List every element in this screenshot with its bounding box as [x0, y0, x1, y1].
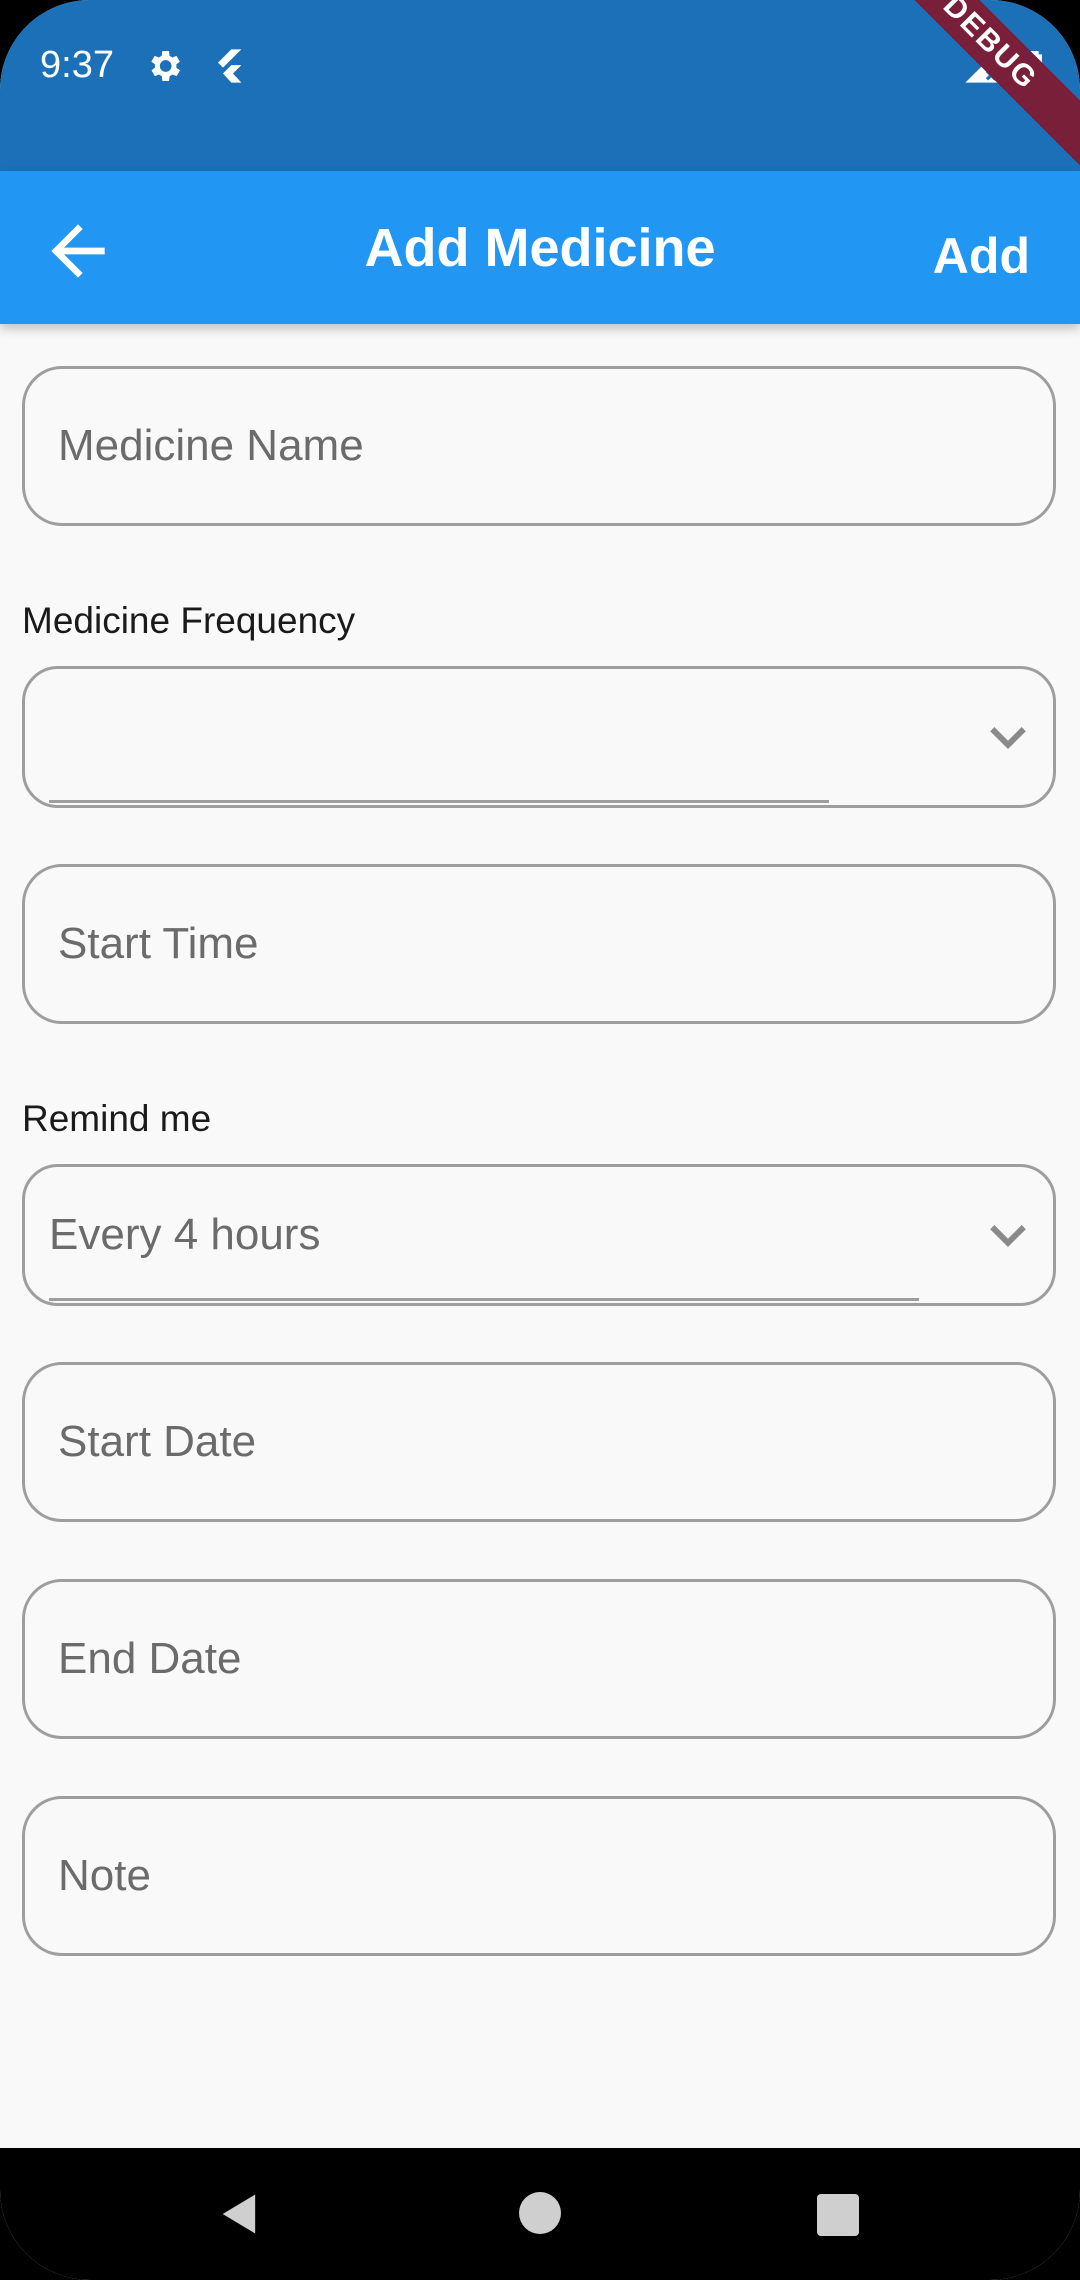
flutter-icon	[218, 49, 242, 83]
screen: 9:37 DEBUG Add Medicine Add Medicine Nam…	[0, 0, 1080, 2280]
start-date-field[interactable]: Start Date	[22, 1362, 1056, 1522]
status-time: 9:37	[40, 44, 114, 86]
dropdown-underline	[49, 1298, 919, 1301]
add-button[interactable]: Add	[933, 227, 1030, 285]
remind-me-dropdown[interactable]: Every 4 hours	[22, 1164, 1056, 1306]
note-field[interactable]: Note	[22, 1796, 1056, 1956]
start-time-field[interactable]: Start Time	[22, 864, 1056, 1024]
medicine-frequency-dropdown[interactable]	[22, 666, 1056, 808]
start-date-placeholder: Start Date	[58, 1417, 257, 1466]
medicine-name-placeholder: Medicine Name	[58, 421, 364, 470]
remind-me-label: Remind me	[22, 1098, 212, 1139]
chevron-down-icon	[990, 1225, 1026, 1248]
app-bar: Add Medicine Add	[0, 171, 1080, 324]
remind-me-value: Every 4 hours	[49, 1210, 321, 1259]
nav-recents-icon[interactable]	[817, 2194, 859, 2236]
nav-home-icon[interactable]	[519, 2192, 561, 2234]
medicine-name-field[interactable]: Medicine Name	[22, 366, 1056, 526]
nav-back-icon[interactable]	[214, 2188, 266, 2240]
gear-icon	[151, 51, 180, 81]
note-placeholder: Note	[58, 1851, 151, 1900]
end-date-placeholder: End Date	[58, 1634, 242, 1683]
start-time-placeholder: Start Time	[58, 919, 259, 968]
medicine-frequency-label: Medicine Frequency	[22, 600, 356, 641]
page-title: Add Medicine	[364, 218, 716, 278]
debug-banner: DEBUG	[860, 0, 1080, 173]
chevron-down-icon	[990, 727, 1026, 750]
dropdown-underline	[49, 800, 829, 803]
end-date-field[interactable]: End Date	[22, 1579, 1056, 1739]
status-bar: 9:37 DEBUG	[0, 0, 1080, 173]
navigation-bar	[0, 2148, 1080, 2280]
